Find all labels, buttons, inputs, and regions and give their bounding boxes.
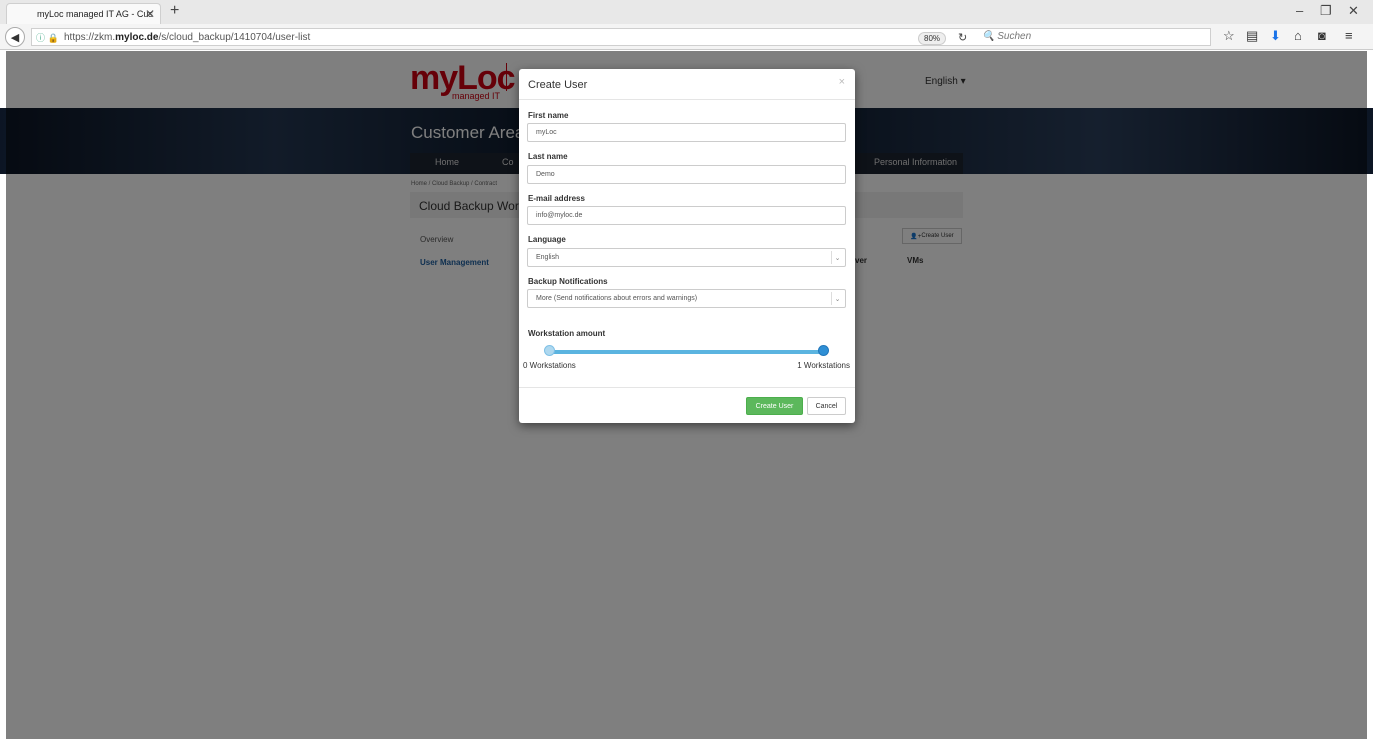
- browser-tab[interactable]: myLoc managed IT AG - Cus ✕: [6, 3, 161, 24]
- modal-header: Create User ×: [519, 69, 855, 100]
- notifications-select[interactable]: More (Send notifications about errors an…: [527, 289, 846, 308]
- close-icon[interactable]: ×: [839, 76, 845, 88]
- pocket-icon[interactable]: ◙: [1318, 28, 1326, 43]
- bookmark-star-icon[interactable]: ☆: [1223, 28, 1235, 44]
- cancel-button[interactable]: Cancel: [807, 397, 846, 415]
- slider-min-handle[interactable]: [544, 345, 555, 356]
- close-window-icon[interactable]: ✕: [1348, 3, 1359, 19]
- language-label: Language: [528, 235, 566, 244]
- slider-max-label: 1 Workstations: [797, 361, 850, 370]
- create-user-button[interactable]: Create User: [746, 397, 803, 415]
- first-name-label: First name: [528, 111, 569, 120]
- url-text: https://zkm.myloc.de/s/cloud_backup/1410…: [64, 31, 311, 43]
- first-name-field[interactable]: myLoc: [527, 123, 846, 142]
- back-arrow-icon[interactable]: ◀: [5, 27, 25, 47]
- new-tab-icon[interactable]: +: [170, 2, 179, 20]
- download-icon[interactable]: ⬇: [1270, 28, 1281, 44]
- chevron-down-icon: ⌄: [831, 292, 843, 305]
- notifications-label: Backup Notifications: [528, 277, 608, 286]
- menu-icon[interactable]: ≡: [1345, 28, 1353, 43]
- restore-icon[interactable]: ❐: [1320, 3, 1332, 19]
- modal-footer: Create User Cancel: [519, 387, 855, 423]
- slider-max-handle[interactable]: [818, 345, 829, 356]
- last-name-label: Last name: [528, 152, 568, 161]
- slider-min-label: 0 Workstations: [523, 361, 576, 370]
- search-input[interactable]: 🔍 Suchen: [982, 31, 1031, 42]
- create-user-modal: Create User × First name myLoc Last name…: [519, 69, 855, 423]
- browser-navbar: ◀ ⓘ 🔒 https://zkm.myloc.de/s/cloud_backu…: [0, 24, 1373, 50]
- minimize-icon[interactable]: –: [1296, 3, 1303, 18]
- workstation-amount-label: Workstation amount: [528, 329, 606, 338]
- modal-title: Create User: [528, 79, 588, 91]
- reading-list-icon[interactable]: ▤: [1246, 28, 1258, 44]
- browser-tabbar: myLoc managed IT AG - Cus ✕ + – ❐ ✕: [0, 0, 1373, 24]
- email-field[interactable]: info@myloc.de: [527, 206, 846, 225]
- last-name-field[interactable]: Demo: [527, 165, 846, 184]
- close-tab-icon[interactable]: ✕: [145, 7, 155, 21]
- email-label: E-mail address: [528, 194, 585, 203]
- tab-title: myLoc managed IT AG - Cus: [37, 9, 153, 19]
- chevron-down-icon: ⌄: [831, 251, 843, 264]
- language-select[interactable]: English ⌄: [527, 248, 846, 267]
- reload-icon[interactable]: ↻: [958, 31, 967, 44]
- zoom-badge[interactable]: 80%: [918, 32, 947, 45]
- home-icon[interactable]: ⌂: [1294, 28, 1302, 43]
- url-bar[interactable]: ⓘ 🔒 https://zkm.myloc.de/s/cloud_backup/…: [31, 28, 1211, 46]
- lock-icon: ⓘ 🔒: [36, 32, 59, 43]
- slider-track[interactable]: [549, 350, 825, 354]
